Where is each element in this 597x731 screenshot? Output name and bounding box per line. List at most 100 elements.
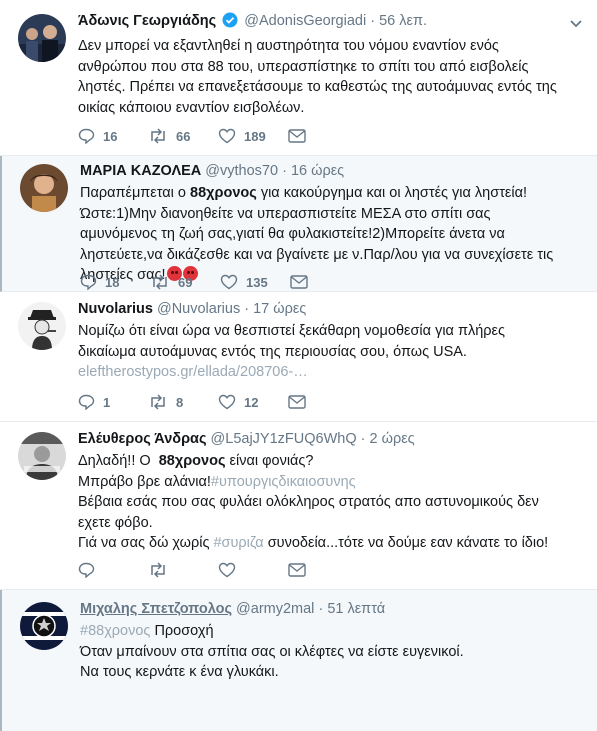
message-button[interactable] bbox=[288, 129, 358, 143]
reply-count: 1 bbox=[103, 394, 111, 410]
separator-dot: · bbox=[370, 13, 376, 29]
tweet-text-line: Παραπέμπεται ο 88χρονος για κακούργημα κ… bbox=[80, 183, 567, 204]
text-fragment: για κακούργημα και οι ληστές για ληστεία… bbox=[256, 185, 528, 201]
reply-count: 18 bbox=[105, 274, 120, 290]
tweet-time[interactable]: 17 ώρες bbox=[253, 301, 306, 317]
tweet-header: Μιχαλης Σπετζοπολος @army2mal · 51 λεπτά bbox=[80, 600, 567, 619]
text-fragment: Γιά να σας δώ χωρίς bbox=[78, 535, 214, 551]
author-handle[interactable]: @Nuvolarius bbox=[157, 301, 240, 317]
tweet-header: ΜΑΡΙΑ ΚΑΖΟΛΕΑ @vythos70 · 16 ώρες bbox=[80, 162, 567, 181]
retweet-button[interactable] bbox=[148, 562, 218, 578]
author-handle[interactable]: @L5ajJY1zFUQ6WhQ bbox=[211, 431, 357, 447]
tweet-content: Άδωνις Γεωργιάδης @AdonisGeorgiadi · 56 … bbox=[78, 12, 567, 118]
author-handle[interactable]: @AdonisGeorgiadi bbox=[244, 13, 366, 29]
like-icon bbox=[218, 394, 236, 410]
author-name[interactable]: Μιχαλης Σπετζοπολος bbox=[80, 601, 232, 617]
hashtag-link[interactable]: #υπουργιςδικαιοσυνης bbox=[211, 474, 356, 490]
avatar[interactable] bbox=[20, 602, 68, 650]
text-fragment: Προσοχή bbox=[150, 623, 214, 639]
message-button[interactable] bbox=[290, 275, 360, 289]
tweet-text-line: Να τους κερνάτε κ ένα γλυκάκι. bbox=[80, 664, 279, 680]
message-icon bbox=[288, 563, 306, 577]
tweet-text: #88χρονος Προσοχή Όταν μπαίνουν στα σπίτ… bbox=[80, 621, 567, 683]
tweet-text-line: Μπράβο βρε αλάνια!#υπουργιςδικαιοσυνης bbox=[78, 472, 567, 493]
tweet-text: Δηλαδή!! Ο 88χρονος είναι φονιάς? Μπράβο… bbox=[78, 451, 567, 554]
tweet-content: Μιχαλης Σπετζοπολος @army2mal · 51 λεπτά… bbox=[80, 600, 567, 683]
avatar[interactable] bbox=[20, 164, 68, 212]
text-bold: 88χρονος bbox=[158, 453, 226, 469]
text-bold: 88χρονος bbox=[190, 185, 257, 201]
like-button[interactable]: 135 bbox=[220, 274, 290, 290]
author-name[interactable]: Nuvolarius bbox=[78, 301, 153, 317]
author-name[interactable]: Άδωνις Γεωργιάδης bbox=[78, 13, 216, 29]
retweet-count: 8 bbox=[176, 394, 184, 410]
message-icon bbox=[288, 395, 306, 409]
tweet-content: Ελέυθερος Άνδρας @L5ajJY1zFUQ6WhQ · 2 ώρ… bbox=[78, 430, 567, 554]
text-fragment: Μπράβο βρε αλάνια! bbox=[78, 473, 211, 490]
reply-button[interactable]: 1 bbox=[78, 394, 148, 410]
tweet-actions: 1 8 12 bbox=[78, 394, 358, 410]
text-fragment: Παραπέμπεται ο bbox=[80, 185, 191, 201]
tweet[interactable]: ΜΑΡΙΑ ΚΑΖΟΛΕΑ @vythos70 · 16 ώρες Παραπέ… bbox=[0, 156, 597, 292]
tweet-actions bbox=[78, 562, 358, 578]
like-button[interactable]: 12 bbox=[218, 394, 288, 410]
reply-button[interactable]: 18 bbox=[80, 274, 150, 290]
retweet-button[interactable]: 8 bbox=[148, 394, 218, 410]
reply-icon bbox=[78, 394, 95, 410]
tweet-content: ΜΑΡΙΑ ΚΑΖΟΛΕΑ @vythos70 · 16 ώρες Παραπέ… bbox=[80, 162, 567, 286]
message-button[interactable] bbox=[288, 395, 358, 409]
tweet[interactable]: Μιχαλης Σπετζοπολος @army2mal · 51 λεπτά… bbox=[0, 590, 597, 731]
verified-icon bbox=[222, 12, 238, 34]
separator-dot: · bbox=[244, 301, 250, 317]
retweet-icon bbox=[151, 128, 165, 144]
message-button[interactable] bbox=[288, 563, 358, 577]
tweet-text: Παραπέμπεται ο 88χρονος για κακούργημα κ… bbox=[80, 183, 567, 286]
like-button[interactable]: 189 bbox=[218, 128, 288, 144]
tweet-text-body: Δεν μπορεί να εξαντληθεί η αυστηρότητα τ… bbox=[78, 38, 557, 116]
author-handle[interactable]: @army2mal bbox=[236, 601, 314, 617]
tweet-time[interactable]: 2 ώρες bbox=[370, 431, 415, 447]
tweet-time[interactable]: 56 λεπ. bbox=[379, 13, 427, 29]
tweet-header: Ελέυθερος Άνδρας @L5ajJY1zFUQ6WhQ · 2 ώρ… bbox=[78, 430, 567, 449]
retweet-count: 66 bbox=[176, 128, 191, 144]
tweet[interactable]: Άδωνις Γεωργιάδης @AdonisGeorgiadi · 56 … bbox=[0, 0, 597, 156]
tweet-text-body: Νομίζω ότι είναι ώρα να θεσπιστεί ξεκάθα… bbox=[78, 323, 505, 360]
tweet-text: Δεν μπορεί να εξαντληθεί η αυστηρότητα τ… bbox=[78, 36, 567, 118]
tweet-text-line: Όταν μπαίνουν στα σπίτια σας οι κλέφτες … bbox=[80, 643, 464, 660]
separator-dot: · bbox=[360, 431, 366, 447]
like-button[interactable] bbox=[218, 562, 288, 578]
reply-button[interactable]: 16 bbox=[78, 128, 148, 144]
like-icon bbox=[218, 562, 236, 578]
author-name[interactable]: ΜΑΡΙΑ ΚΑΖΟΛΕΑ bbox=[80, 163, 201, 179]
retweet-button[interactable]: 66 bbox=[148, 128, 218, 144]
hashtag-link[interactable]: #συριζα bbox=[213, 535, 263, 551]
text-fragment: Ώστε:1)Μην διανοηθείτε να υπερασπιστείτε… bbox=[80, 205, 554, 284]
tweet-time[interactable]: 16 ώρες bbox=[291, 163, 344, 179]
tweet-time[interactable]: 51 λεπτά bbox=[327, 601, 385, 617]
text-fragment: είναι φονιάς? bbox=[225, 453, 314, 469]
tweet-actions: 18 69 135 bbox=[80, 274, 360, 290]
tweet[interactable]: Nuvolarius @Nuvolarius · 17 ώρες Νομίζω … bbox=[0, 292, 597, 422]
tweet[interactable]: Ελέυθερος Άνδρας @L5ajJY1zFUQ6WhQ · 2 ώρ… bbox=[0, 422, 597, 590]
tweet-text-line: Γιά να σας δώ χωρίς #συριζα συνοδεία...τ… bbox=[78, 533, 567, 554]
avatar[interactable] bbox=[18, 302, 66, 350]
tweet-text: Νομίζω ότι είναι ώρα να θεσπιστεί ξεκάθα… bbox=[78, 321, 567, 383]
reply-button[interactable] bbox=[78, 562, 148, 578]
retweet-button[interactable]: 69 bbox=[150, 274, 220, 290]
tweet-link[interactable]: eleftherostypos.gr/ellada/208706-… bbox=[78, 364, 308, 380]
separator-dot: · bbox=[318, 601, 324, 617]
author-name[interactable]: Ελέυθερος Άνδρας bbox=[78, 431, 207, 447]
reply-count: 16 bbox=[103, 128, 118, 144]
chevron-down-icon[interactable] bbox=[569, 16, 583, 34]
retweet-icon bbox=[151, 562, 165, 578]
tweet-feed: Άδωνις Γεωργιάδης @AdonisGeorgiadi · 56 … bbox=[0, 0, 597, 731]
message-icon bbox=[288, 129, 306, 143]
tweet-header: Nuvolarius @Nuvolarius · 17 ώρες bbox=[78, 300, 567, 319]
avatar[interactable] bbox=[18, 432, 66, 480]
tweet-content: Nuvolarius @Nuvolarius · 17 ώρες Νομίζω … bbox=[78, 300, 567, 383]
reply-icon bbox=[78, 128, 95, 144]
author-handle[interactable]: @vythos70 bbox=[205, 163, 278, 179]
tweet-header: Άδωνις Γεωργιάδης @AdonisGeorgiadi · 56 … bbox=[78, 12, 567, 34]
hashtag-link[interactable]: #88χρονος bbox=[80, 623, 150, 639]
avatar[interactable] bbox=[18, 14, 66, 62]
